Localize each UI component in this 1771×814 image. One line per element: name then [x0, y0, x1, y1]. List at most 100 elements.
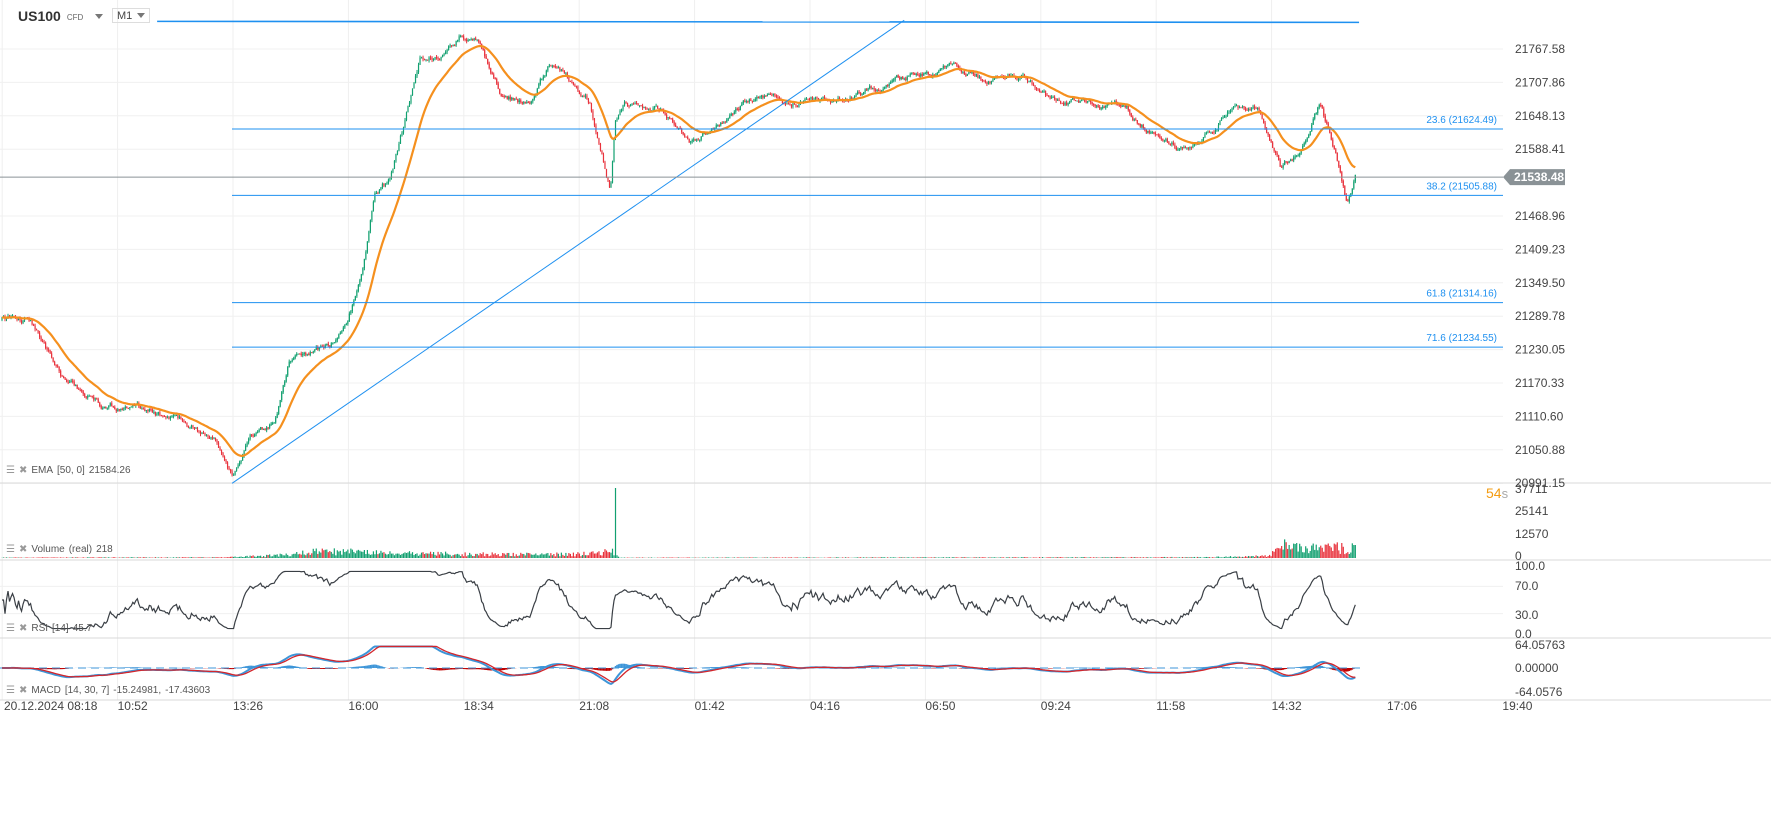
volume-bar — [365, 554, 367, 558]
candle-body — [962, 71, 964, 73]
candle-body — [148, 409, 150, 412]
volume-bar — [219, 557, 221, 558]
candle-body — [428, 57, 430, 61]
candle-body — [363, 258, 365, 269]
candle-body — [177, 414, 179, 418]
candle-body — [281, 392, 283, 401]
volume-bar — [1193, 556, 1196, 558]
macd-histogram-bar — [464, 668, 466, 670]
volume-bar — [457, 553, 459, 558]
candle-body — [739, 106, 741, 111]
volume-bar — [580, 556, 582, 558]
volume-bar — [460, 556, 462, 558]
candle-body — [736, 108, 738, 110]
volume-bar — [347, 549, 349, 558]
volume-bar — [1121, 557, 1123, 558]
candle-body — [484, 50, 486, 57]
candle-body — [1070, 99, 1072, 102]
macd-histogram-bar — [243, 666, 245, 668]
volume-bar — [748, 557, 750, 558]
macd-histogram-bar — [126, 667, 128, 668]
menu-icon[interactable]: ☰ — [6, 465, 15, 476]
candle-body — [147, 410, 149, 412]
candle-body — [61, 375, 63, 377]
candle-body — [884, 86, 886, 89]
macd-histogram-bar — [322, 668, 325, 669]
volume-bar — [381, 552, 384, 558]
volume-bar — [52, 557, 54, 558]
candle-body — [923, 73, 925, 76]
candle-body — [939, 68, 941, 71]
volume-bar — [414, 554, 417, 558]
menu-icon[interactable]: ☰ — [6, 544, 15, 555]
instrument-type: CFD — [66, 13, 84, 22]
chevron-down-icon[interactable] — [95, 13, 104, 19]
volume-bar — [705, 557, 707, 558]
close-icon[interactable]: ✖ — [19, 465, 27, 476]
candle-body — [252, 435, 254, 437]
macd-histogram-bar — [557, 667, 560, 668]
trading-chart[interactable]: 23.6 (21624.49)38.2 (21505.88)61.8 (2131… — [0, 0, 1771, 814]
drawings[interactable]: 23.6 (21624.49)38.2 (21505.88)61.8 (2131… — [0, 19, 1565, 484]
candle-body — [699, 139, 701, 141]
macd-params: [14, 30, 7] — [64, 685, 110, 696]
volume-bar — [1253, 556, 1256, 558]
volume-bar — [353, 551, 355, 558]
candle-body — [635, 102, 638, 104]
candle-body — [1299, 153, 1301, 156]
close-icon[interactable]: ✖ — [19, 544, 27, 555]
candle-body — [1153, 132, 1155, 134]
macd-histogram-bar — [620, 663, 623, 668]
candle-body — [1288, 160, 1290, 163]
candle-body — [596, 132, 599, 139]
candle-body — [587, 99, 590, 103]
volume-bar — [1282, 549, 1284, 558]
volume-bar — [417, 555, 420, 558]
volume-bar — [933, 557, 935, 558]
volume-bar — [951, 557, 953, 558]
candle-body — [41, 340, 44, 342]
macd-histogram-bar — [1193, 667, 1196, 668]
candle-body — [557, 67, 559, 69]
volume-bar — [444, 551, 447, 558]
volume-bar — [581, 555, 584, 558]
volume-bar — [829, 557, 832, 558]
candle-body — [108, 405, 110, 408]
candle-body — [293, 357, 295, 360]
volume-bar — [184, 557, 187, 558]
close-icon[interactable]: ✖ — [19, 623, 27, 634]
macd-histogram-bar — [778, 668, 781, 669]
volume-bar — [1056, 557, 1059, 558]
volume-bar — [387, 554, 390, 558]
candle-body — [416, 72, 418, 77]
candle-body — [222, 453, 224, 457]
macd-histogram-bar — [739, 667, 742, 668]
rsi-line — [2, 570, 1356, 630]
candle-body — [35, 329, 38, 331]
volume-bar — [1288, 544, 1290, 558]
volume-bar — [438, 554, 441, 558]
menu-icon[interactable]: ☰ — [6, 623, 15, 634]
grid — [0, 0, 1771, 701]
menu-icon[interactable]: ☰ — [6, 685, 15, 696]
volume-bar — [315, 548, 317, 558]
symbol-selector[interactable]: US100 CFD — [18, 8, 104, 24]
timeframe-select[interactable]: M1 — [112, 8, 150, 23]
volume-bar — [121, 557, 123, 558]
candle-body — [1097, 105, 1099, 107]
volume-bar — [490, 555, 492, 558]
candle-body — [1096, 105, 1098, 107]
volume-bar — [160, 557, 162, 558]
candle-body — [1312, 118, 1314, 125]
candle-body — [174, 415, 176, 417]
volume-bar — [341, 554, 343, 558]
volume-bar — [574, 556, 576, 558]
candle-body — [479, 41, 481, 44]
candle-body — [145, 410, 147, 412]
candle-body — [467, 40, 469, 42]
volume-bar — [99, 557, 101, 558]
volume-bar — [535, 553, 537, 558]
close-icon[interactable]: ✖ — [19, 685, 27, 696]
candle-body — [360, 274, 362, 281]
candle-body — [115, 409, 117, 412]
